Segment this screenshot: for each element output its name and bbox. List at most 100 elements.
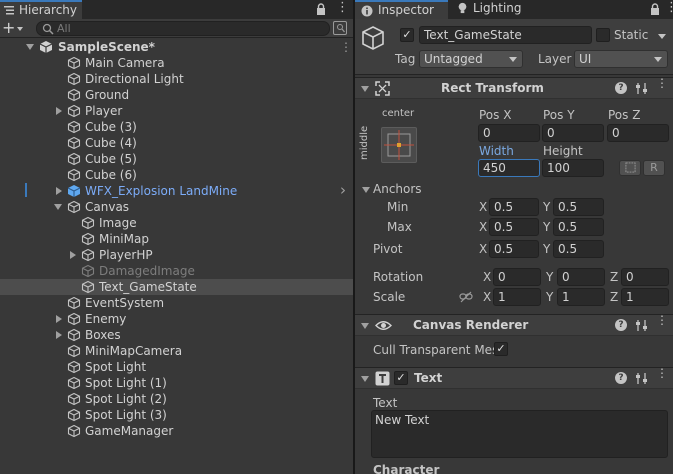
width-field[interactable]: 450 xyxy=(478,159,540,177)
expand-arrow-icon[interactable] xyxy=(26,44,34,50)
hierarchy-item-label: Spot Light (2) xyxy=(85,392,167,406)
anchor-max-x-field[interactable]: 0.5 xyxy=(489,218,539,236)
hierarchy-item[interactable]: PlayerHP xyxy=(0,247,353,263)
static-dropdown-icon[interactable] xyxy=(658,34,666,39)
tab-lighting[interactable]: Lighting xyxy=(448,0,538,19)
pos-z-field[interactable]: 0 xyxy=(607,124,669,142)
gameobject-cube-icon xyxy=(67,424,81,438)
hierarchy-item[interactable]: Canvas xyxy=(0,199,353,215)
scale-y-field[interactable]: 1 xyxy=(557,288,605,306)
hierarchy-item[interactable]: SampleScene* ⋮ xyxy=(0,39,353,55)
pos-x-field[interactable]: 0 xyxy=(478,124,540,142)
help-icon[interactable]: ? xyxy=(615,82,627,94)
tab-hierarchy[interactable]: Hierarchy xyxy=(0,0,82,19)
hierarchy-item[interactable]: Main Camera xyxy=(0,55,353,71)
hierarchy-item[interactable]: Boxes xyxy=(0,327,353,343)
hierarchy-item-label: Ground xyxy=(85,88,130,102)
hierarchy-item[interactable]: Ground xyxy=(0,87,353,103)
anchors-collapse-arrow-icon[interactable] xyxy=(362,187,370,193)
kebab-menu-icon[interactable]: ⋮ xyxy=(665,0,673,15)
rotation-x-field[interactable]: 0 xyxy=(493,268,541,286)
static-checkbox[interactable] xyxy=(596,28,610,42)
hierarchy-item[interactable]: Cube (4) xyxy=(0,135,353,151)
tag-dropdown[interactable]: Untagged xyxy=(419,50,523,68)
cull-transparent-checkbox[interactable]: ✓ xyxy=(494,342,508,356)
expand-arrow-icon[interactable] xyxy=(56,107,62,115)
anchor-max-y-field[interactable]: 0.5 xyxy=(553,218,604,236)
tab-inspector[interactable]: Inspector xyxy=(355,0,448,19)
component-menu-icon[interactable]: ⋮ xyxy=(656,367,668,379)
checkmark-icon: ✓ xyxy=(496,342,506,355)
scale-x-field[interactable]: 1 xyxy=(493,288,541,306)
gameobject-cube-icon xyxy=(67,136,81,150)
text-component-header[interactable]: ✓ Text ? ⋮ xyxy=(355,367,673,389)
expand-arrow-icon[interactable] xyxy=(54,204,62,210)
hierarchy-item[interactable]: Image xyxy=(0,215,353,231)
hierarchy-item[interactable]: Text_GameState xyxy=(0,279,353,295)
hierarchy-item[interactable]: Cube (6) xyxy=(0,167,353,183)
hierarchy-item[interactable]: Spot Light (1) xyxy=(0,375,353,391)
hierarchy-item[interactable]: MiniMap xyxy=(0,231,353,247)
hierarchy-item[interactable]: WFX_Explosion LandMine › xyxy=(0,181,353,199)
hierarchy-item[interactable]: MiniMapCamera xyxy=(0,343,353,359)
expand-arrow-icon[interactable] xyxy=(70,251,76,259)
canvas-renderer-header[interactable]: Canvas Renderer ? ⋮ xyxy=(355,314,673,336)
rotation-z-field[interactable]: 0 xyxy=(621,268,669,286)
layer-dropdown[interactable]: UI xyxy=(574,50,668,68)
layer-value: UI xyxy=(579,52,592,66)
help-icon[interactable]: ? xyxy=(615,372,627,384)
raw-edit-button[interactable]: R xyxy=(643,160,665,176)
expand-arrow-icon[interactable] xyxy=(56,187,62,195)
hierarchy-item[interactable]: Spot Light (3) xyxy=(0,407,353,423)
lock-icon[interactable] xyxy=(316,3,326,15)
rotation-y-field[interactable]: 0 xyxy=(557,268,605,286)
search-input[interactable]: All xyxy=(36,21,330,36)
hierarchy-item[interactable]: GameManager xyxy=(0,423,353,439)
text-value-textarea[interactable]: New Text xyxy=(371,410,668,458)
hierarchy-item[interactable]: Player xyxy=(0,103,353,119)
anchor-min-x-field[interactable]: 0.5 xyxy=(489,198,539,216)
lock-icon[interactable] xyxy=(650,3,660,15)
add-object-button[interactable]: + xyxy=(2,19,24,37)
hierarchy-item[interactable]: Cube (5) xyxy=(0,151,353,167)
component-menu-icon[interactable]: ⋮ xyxy=(656,77,668,89)
hierarchy-item[interactable]: DamagedImage xyxy=(0,263,353,279)
open-prefab-chevron-icon[interactable]: › xyxy=(340,181,346,199)
rect-transform-header[interactable]: Rect Transform ? ⋮ xyxy=(355,77,673,99)
scale-z-field[interactable]: 1 xyxy=(621,288,669,306)
constrain-proportions-icon[interactable] xyxy=(459,291,473,303)
lightbulb-icon xyxy=(458,2,467,14)
object-name-field[interactable]: Text_GameState xyxy=(419,26,592,44)
pivot-y-field[interactable]: 0.5 xyxy=(553,240,604,258)
pivot-x-field[interactable]: 0.5 xyxy=(489,240,539,258)
pos-z-label: Pos Z xyxy=(608,108,641,122)
hierarchy-item[interactable]: Spot Light (2) xyxy=(0,391,353,407)
presets-icon[interactable] xyxy=(635,319,648,332)
anchor-min-y-field[interactable]: 0.5 xyxy=(553,198,604,216)
text-enabled-checkbox[interactable]: ✓ xyxy=(394,371,408,385)
help-icon[interactable]: ? xyxy=(615,319,627,331)
collapse-arrow-icon[interactable] xyxy=(361,86,369,92)
active-checkbox[interactable]: ✓ xyxy=(400,28,414,42)
expand-arrow-icon[interactable] xyxy=(56,315,62,323)
pos-y-field[interactable]: 0 xyxy=(542,124,604,142)
collapse-arrow-icon[interactable] xyxy=(361,323,369,329)
hierarchy-item[interactable]: Cube (3) xyxy=(0,119,353,135)
hierarchy-item[interactable]: Enemy xyxy=(0,311,353,327)
expand-arrow-icon[interactable] xyxy=(56,331,62,339)
rotation-label: Rotation xyxy=(373,270,424,284)
blueprint-mode-button[interactable] xyxy=(619,160,641,176)
hierarchy-item[interactable]: EventSystem xyxy=(0,295,353,311)
hierarchy-item-label: DamagedImage xyxy=(99,264,195,278)
search-options-button[interactable] xyxy=(333,21,347,35)
height-field[interactable]: 100 xyxy=(542,159,604,177)
kebab-menu-icon[interactable]: ⋮ xyxy=(336,0,349,15)
collapse-arrow-icon[interactable] xyxy=(361,376,369,382)
hierarchy-item[interactable]: Directional Light xyxy=(0,71,353,87)
presets-icon[interactable] xyxy=(635,82,648,95)
presets-icon[interactable] xyxy=(635,372,648,385)
component-menu-icon[interactable]: ⋮ xyxy=(656,314,668,326)
hierarchy-item[interactable]: Spot Light xyxy=(0,359,353,375)
scene-menu-icon[interactable]: ⋮ xyxy=(340,40,352,54)
anchor-presets-button[interactable] xyxy=(381,127,417,163)
